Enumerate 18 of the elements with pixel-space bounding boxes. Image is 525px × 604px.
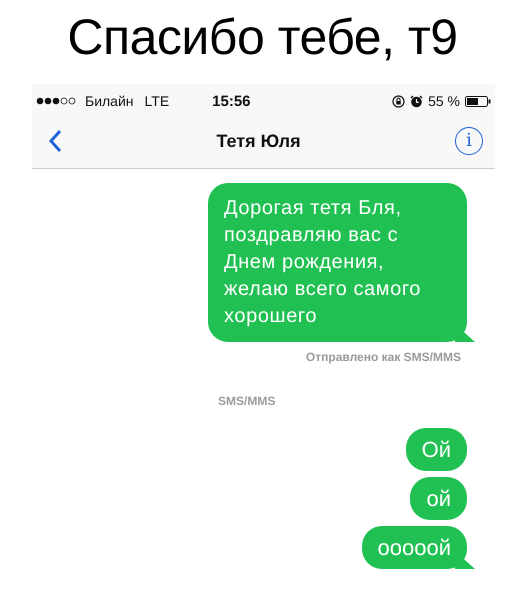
rotation-lock-icon: [392, 94, 406, 108]
message-bubble: Ой: [406, 428, 475, 471]
battery-percent: 55 %: [428, 93, 460, 109]
message-bubble: ооооой: [362, 526, 475, 569]
carrier-name: Билайн: [85, 93, 134, 109]
status-time: 15:56: [212, 92, 251, 110]
network-type: LTE: [144, 93, 170, 109]
delivery-status: Отправлено как SMS/MMS: [304, 350, 462, 364]
alarm-icon: [410, 94, 424, 108]
meme-caption: Спасибо тебе, т9: [66, 8, 459, 67]
info-button[interactable]: i: [455, 127, 483, 155]
signal-icon: [36, 97, 78, 105]
battery-icon: [465, 96, 491, 106]
message-bubble: Дорогая тетя Бля, поздравляю вас с Днем рождения, желаю всего самого хорошего: [208, 183, 475, 342]
back-icon[interactable]: [48, 129, 62, 153]
message-bubble: ой: [410, 477, 475, 520]
contact-name: Тетя Юля: [215, 130, 302, 152]
service-label: SMS/MMS: [217, 394, 276, 408]
